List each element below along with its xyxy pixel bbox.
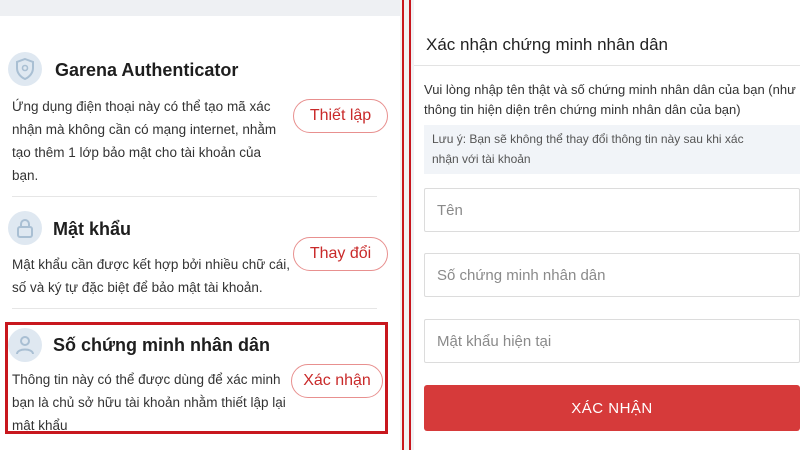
divider-line [409,0,411,450]
form-instructions: Vui lòng nhập tên thật và số chứng minh … [424,82,796,117]
title-divider [414,65,800,66]
section-divider [12,196,377,197]
divider-line [402,0,404,450]
password-description: Mật khẩu cần được kết hợp bởi nhiều chữ … [12,257,291,295]
notice-box: Lưu ý: Bạn sẽ không thể thay đổi thông t… [424,125,800,174]
panel-gap [400,0,414,450]
submit-button[interactable]: XÁC NHẬN [424,385,800,431]
name-field[interactable] [424,188,800,232]
security-settings-panel: Garena Authenticator Ứng dụng điện thoại… [0,0,400,450]
authenticator-description: Ứng dụng điện thoại này có thể tạo mã xá… [12,99,277,183]
top-divider [0,0,400,16]
setup-authenticator-button[interactable]: Thiết lập [293,99,388,133]
id-card-highlight-frame [5,322,388,434]
id-number-field[interactable] [424,253,800,297]
shield-icon [8,52,42,86]
form-title: Xác nhận chứng minh nhân dân [426,35,669,54]
authenticator-title: Garena Authenticator [55,60,239,80]
current-password-field[interactable] [424,319,800,363]
change-password-button[interactable]: Thay đổi [293,237,388,271]
section-divider [12,308,377,309]
password-title: Mật khẩu [53,219,132,239]
lock-icon [8,211,42,245]
id-verification-form: Xác nhận chứng minh nhân dân Vui lòng nh… [414,0,800,450]
